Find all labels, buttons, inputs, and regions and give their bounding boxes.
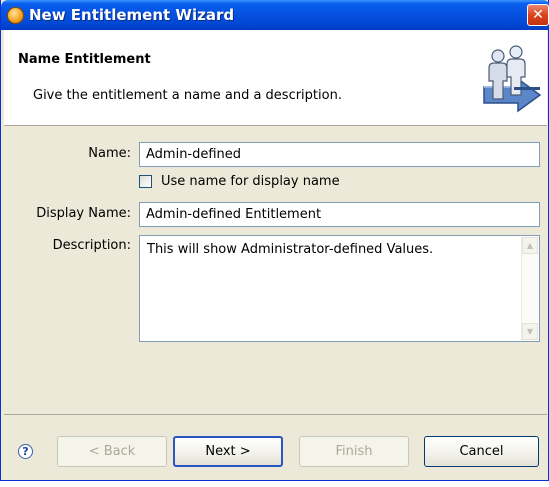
use-name-checkbox[interactable]	[139, 175, 152, 188]
title-bar[interactable]: New Entitlement Wizard ✕	[1, 0, 549, 30]
description-scrollbar[interactable]: ▲ ▼	[521, 237, 538, 340]
next-button[interactable]: Next >	[173, 436, 283, 467]
window-title: New Entitlement Wizard	[29, 6, 235, 24]
footer-divider	[4, 414, 547, 415]
use-name-checkbox-label[interactable]: Use name for display name	[161, 174, 340, 189]
wizard-orb-icon	[7, 7, 24, 24]
cancel-button[interactable]: Cancel	[424, 436, 539, 467]
name-field[interactable]: Admin-defined	[139, 142, 540, 167]
entitlement-users-icon	[483, 45, 542, 113]
description-label: Description:	[52, 238, 131, 253]
display-name-field[interactable]: Admin-defined Entitlement	[139, 202, 540, 227]
description-text: This will show Administrator-defined Val…	[147, 242, 434, 257]
wizard-header: Name Entitlement Give the entitlement a …	[4, 30, 547, 125]
help-icon[interactable]: ?	[18, 444, 33, 459]
description-textarea[interactable]: This will show Administrator-defined Val…	[139, 235, 540, 342]
finish-button[interactable]: Finish	[299, 436, 409, 467]
page-description: Give the entitlement a name and a descri…	[33, 88, 342, 103]
scroll-down-icon[interactable]: ▼	[522, 323, 538, 340]
scroll-up-icon[interactable]: ▲	[522, 237, 538, 254]
back-button[interactable]: < Back	[57, 436, 167, 467]
header-divider	[4, 125, 547, 126]
close-button[interactable]: ✕	[527, 4, 549, 26]
name-label: Name:	[88, 146, 131, 161]
page-title: Name Entitlement	[18, 52, 151, 67]
display-name-label: Display Name:	[36, 206, 131, 221]
wizard-window: New Entitlement Wizard ✕ Name Entitlemen…	[0, 0, 549, 481]
